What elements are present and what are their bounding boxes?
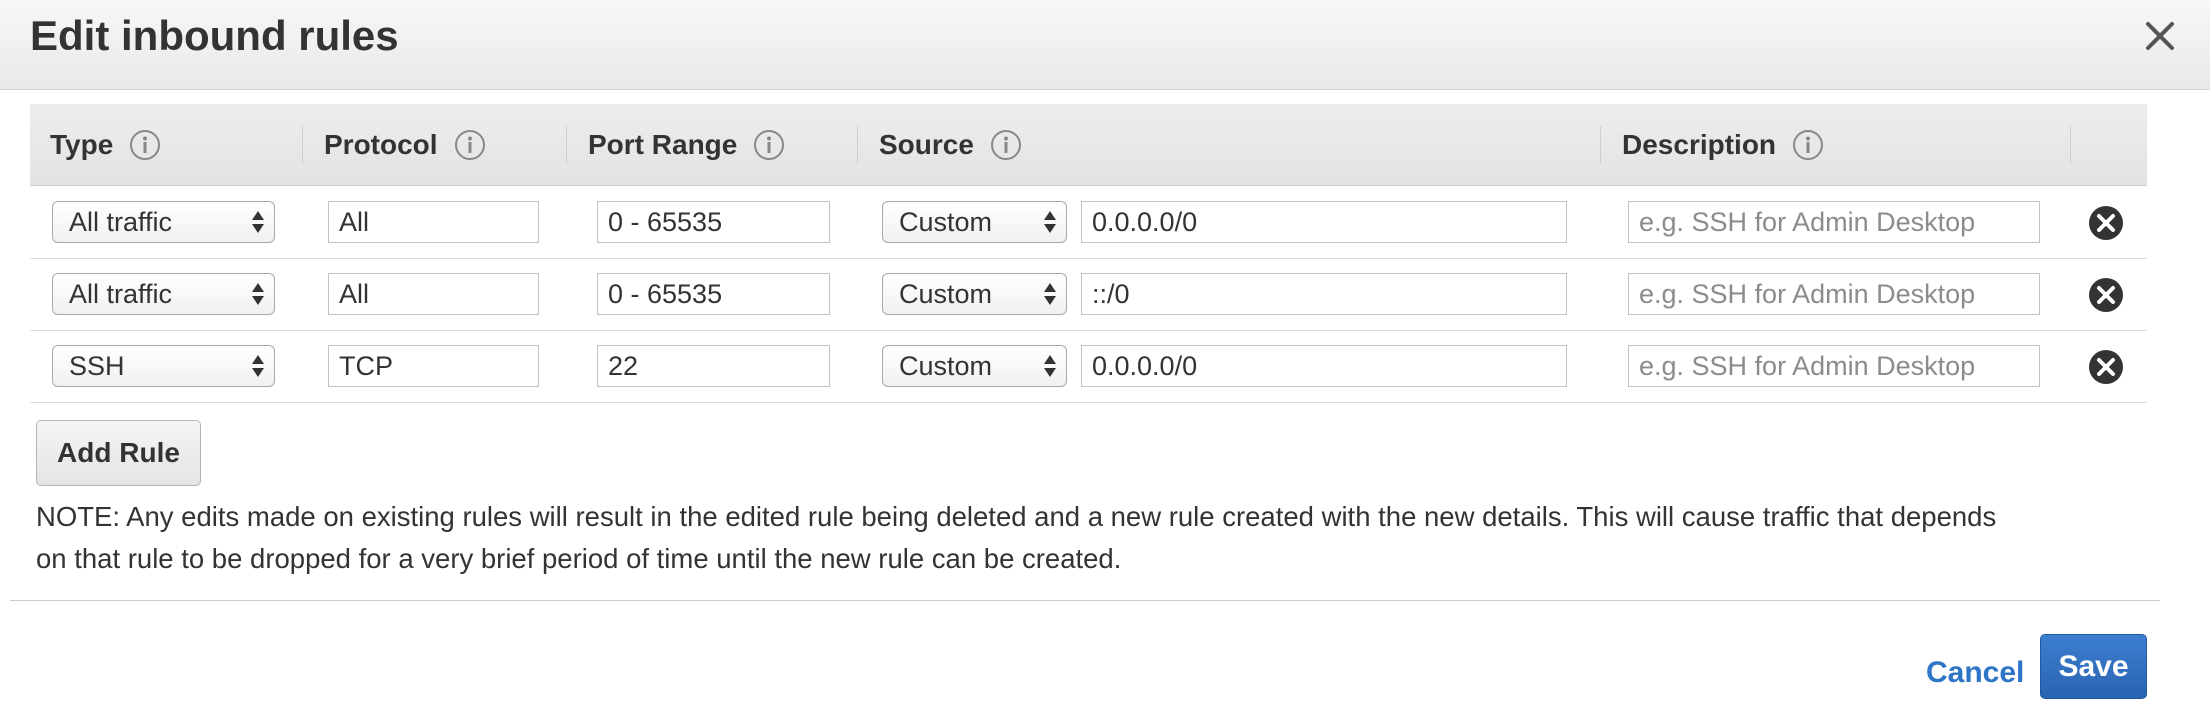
footer-divider — [10, 600, 2160, 601]
rules-table-header: Type Protocol Port Range Source Descript… — [30, 104, 2147, 186]
description-field[interactable] — [1628, 273, 2040, 315]
port-range-field: 22 — [597, 345, 830, 387]
select-arrows-icon — [1044, 211, 1056, 233]
add-rule-button[interactable]: Add Rule — [36, 420, 201, 486]
source-type-select[interactable]: Custom — [882, 273, 1067, 315]
column-protocol-label: Protocol — [324, 129, 438, 160]
remove-rule-icon[interactable] — [2088, 205, 2124, 241]
type-select[interactable]: All traffic — [52, 273, 275, 315]
protocol-field: All — [328, 201, 539, 243]
remove-rule-icon[interactable] — [2088, 349, 2124, 385]
rule-row: All traffic All 0 - 65535 Custom 0.0.0.0… — [30, 187, 2147, 259]
column-description-label: Description — [1622, 129, 1777, 160]
column-divider — [857, 126, 858, 164]
column-header-protocol: Protocol — [324, 104, 486, 186]
type-select-value: SSH — [69, 351, 125, 381]
info-icon[interactable] — [753, 129, 785, 161]
info-icon[interactable] — [1792, 129, 1824, 161]
select-arrows-icon — [252, 355, 264, 377]
type-select[interactable]: SSH — [52, 345, 275, 387]
info-icon[interactable] — [454, 129, 486, 161]
source-type-value: Custom — [899, 207, 993, 237]
source-type-value: Custom — [899, 279, 993, 309]
source-type-value: Custom — [899, 351, 993, 381]
column-divider — [566, 126, 567, 164]
rule-row: SSH TCP 22 Custom 0.0.0.0/0 — [30, 331, 2147, 403]
cancel-button[interactable]: Cancel — [1926, 656, 2024, 690]
source-type-select[interactable]: Custom — [882, 345, 1067, 387]
source-cidr-field[interactable]: ::/0 — [1081, 273, 1567, 315]
port-range-field: 0 - 65535 — [597, 201, 830, 243]
column-port-range-label: Port Range — [588, 129, 738, 160]
source-cidr-field[interactable]: 0.0.0.0/0 — [1081, 201, 1567, 243]
protocol-field: TCP — [328, 345, 539, 387]
column-header-source: Source — [879, 104, 1022, 186]
rule-row: All traffic All 0 - 65535 Custom ::/0 — [30, 259, 2147, 331]
description-field[interactable] — [1628, 345, 2040, 387]
source-type-select[interactable]: Custom — [882, 201, 1067, 243]
column-type-label: Type — [50, 129, 114, 160]
save-button[interactable]: Save — [2040, 634, 2147, 699]
column-source-label: Source — [879, 129, 974, 160]
column-divider — [302, 126, 303, 164]
type-select-value: All traffic — [69, 279, 173, 309]
dialog-header: Edit inbound rules — [0, 0, 2210, 90]
select-arrows-icon — [252, 211, 264, 233]
type-select-value: All traffic — [69, 207, 173, 237]
info-icon[interactable] — [990, 129, 1022, 161]
port-range-field: 0 - 65535 — [597, 273, 830, 315]
note-line-1: NOTE: Any edits made on existing rules w… — [36, 501, 1997, 532]
select-arrows-icon — [252, 283, 264, 305]
type-select[interactable]: All traffic — [52, 201, 275, 243]
column-divider — [1600, 126, 1601, 164]
description-field[interactable] — [1628, 201, 2040, 243]
remove-rule-icon[interactable] — [2088, 277, 2124, 313]
select-arrows-icon — [1044, 355, 1056, 377]
column-header-type: Type — [50, 104, 161, 186]
close-icon[interactable] — [2142, 18, 2178, 54]
edit-note: NOTE: Any edits made on existing rules w… — [36, 496, 2096, 580]
info-icon[interactable] — [129, 129, 161, 161]
select-arrows-icon — [1044, 283, 1056, 305]
protocol-field: All — [328, 273, 539, 315]
source-cidr-field[interactable]: 0.0.0.0/0 — [1081, 345, 1567, 387]
dialog-title: Edit inbound rules — [30, 12, 399, 59]
column-header-port-range: Port Range — [588, 104, 785, 186]
note-line-2: on that rule to be dropped for a very br… — [36, 543, 1122, 574]
column-header-description: Description — [1622, 104, 1824, 186]
column-divider — [2070, 126, 2071, 164]
